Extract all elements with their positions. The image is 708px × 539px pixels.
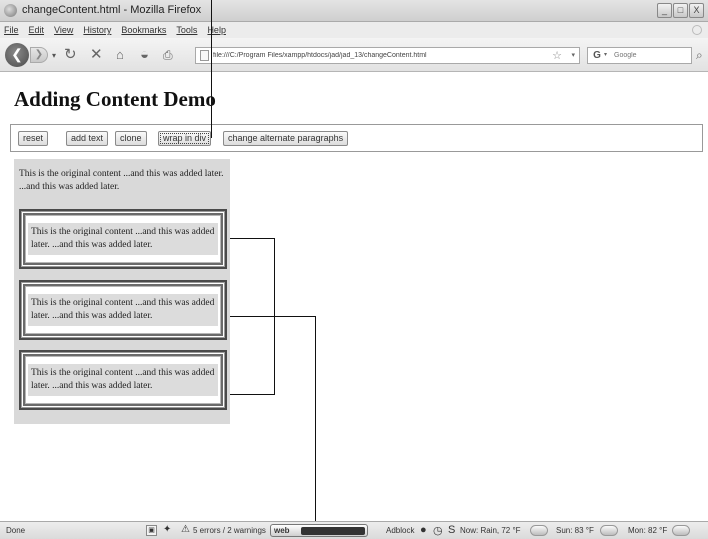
close-button[interactable]: X — [689, 3, 704, 18]
menu-edit[interactable]: Edit — [29, 22, 45, 38]
callout-line-middle-vertical — [315, 316, 316, 539]
weather-mon: Mon: 82 °F — [628, 526, 668, 535]
wrapped-paragraph: This is the original content ...and this… — [31, 298, 215, 321]
forward-icon[interactable]: ❯ — [30, 47, 48, 63]
url-bar[interactable]: ☆ ▾ — [195, 47, 580, 64]
user-agent-icon[interactable]: ◒ — [140, 47, 149, 63]
window-controls: _ □ X — [657, 3, 704, 18]
weather-rain-icon — [530, 525, 548, 536]
status-bar: Done ▣ ✦ ⚠ 5 errors / 2 warnings web Adb… — [0, 521, 708, 539]
stop-icon[interactable]: ✕ — [90, 47, 103, 63]
google-icon[interactable]: G — [591, 49, 603, 62]
weather-cloud-icon — [600, 525, 618, 536]
adblock-label[interactable]: Adblock — [386, 526, 414, 535]
wrap-in-div-button[interactable]: wrap in div — [158, 131, 212, 146]
button-toolbar: reset add text clone wrap in div change … — [10, 124, 703, 152]
search-input[interactable] — [614, 49, 689, 62]
original-paragraph: This is the original content ...and this… — [19, 169, 224, 192]
bookmark-star-icon[interactable]: ☆ — [552, 49, 562, 62]
status-record-icon[interactable]: ● — [420, 524, 427, 536]
url-dropdown-icon[interactable]: ▾ — [571, 51, 575, 59]
status-clock-icon[interactable]: ◷ — [433, 524, 443, 537]
wrapped-paragraph: This is the original content ...and this… — [31, 368, 215, 391]
back-icon[interactable]: ❮ — [5, 43, 29, 67]
status-text: Done — [6, 526, 26, 535]
wrapped-div: This is the original content ...and this… — [19, 209, 227, 269]
reload-icon[interactable]: ↻ — [64, 47, 77, 63]
navigation-toolbar: ❮ ❯ ▾ ↻ ✕ ⌂ ◒ ⎙ ☆ ▾ G ▾ ⌕ — [0, 38, 708, 72]
wrapped-paragraph-box: This is the original content ...and this… — [28, 364, 218, 396]
clone-button[interactable]: clone — [115, 131, 147, 146]
page-content: Adding Content Demo reset add text clone… — [0, 73, 708, 521]
wrapped-div: This is the original content ...and this… — [19, 280, 227, 340]
wrapped-paragraph-box: This is the original content ...and this… — [28, 223, 218, 255]
window-titlebar: changeContent.html - Mozilla Firefox _ □… — [0, 0, 708, 22]
print-icon[interactable]: ⎙ — [163, 47, 173, 63]
status-s-icon[interactable]: S — [448, 524, 455, 536]
error-console-count[interactable]: 5 errors / 2 warnings — [193, 526, 266, 535]
url-input[interactable] — [213, 49, 543, 62]
menu-tools[interactable]: Tools — [176, 22, 197, 38]
wrapped-paragraph-box: This is the original content ...and this… — [28, 294, 218, 326]
add-text-button[interactable]: add text — [66, 131, 109, 146]
pin-icon[interactable]: ✦ — [163, 524, 171, 535]
menu-bar: File Edit View History Bookmarks Tools H… — [0, 22, 708, 38]
weather-now: Now: Rain, 72 °F — [460, 526, 521, 535]
history-dropdown-icon[interactable]: ▾ — [52, 51, 56, 60]
search-bar[interactable]: G ▾ — [587, 47, 692, 64]
reset-button[interactable]: reset — [18, 131, 49, 146]
weather-cloud-icon — [672, 525, 690, 536]
callout-line-bracket-bottom — [230, 394, 275, 395]
minimize-button[interactable]: _ — [657, 3, 672, 18]
callout-line-bracket-top — [230, 238, 275, 239]
menu-file[interactable]: File — [4, 22, 19, 38]
search-go-icon[interactable]: ⌕ — [696, 48, 703, 63]
window-title: changeContent.html - Mozilla Firefox — [22, 4, 202, 16]
status-panel-icon[interactable]: ▣ — [146, 525, 157, 536]
wrapped-paragraph: This is the original content ...and this… — [31, 227, 215, 250]
menu-bookmarks[interactable]: Bookmarks — [121, 22, 166, 38]
web-developer-label: web — [274, 526, 290, 535]
weather-sun: Sun: 83 °F — [556, 526, 594, 535]
throbber-icon — [692, 25, 702, 35]
warning-icon[interactable]: ⚠ — [181, 524, 190, 535]
page-icon — [200, 50, 209, 61]
callout-line-wrap-button — [211, 0, 212, 138]
home-icon[interactable]: ⌂ — [116, 47, 124, 63]
wrapped-div: This is the original content ...and this… — [19, 350, 227, 410]
change-alternate-paragraphs-button[interactable]: change alternate paragraphs — [223, 131, 349, 146]
content-area: This is the original content ...and this… — [14, 159, 230, 424]
firefox-icon — [4, 4, 17, 17]
page-title: Adding Content Demo — [14, 87, 216, 111]
search-engine-dropdown-icon[interactable]: ▾ — [604, 51, 607, 58]
callout-line-middle — [230, 316, 316, 317]
menu-view[interactable]: View — [54, 22, 73, 38]
web-developer-toolbar[interactable]: web — [270, 524, 368, 537]
menu-history[interactable]: History — [83, 22, 111, 38]
maximize-button[interactable]: □ — [673, 3, 688, 18]
web-developer-status-icon — [301, 527, 365, 535]
